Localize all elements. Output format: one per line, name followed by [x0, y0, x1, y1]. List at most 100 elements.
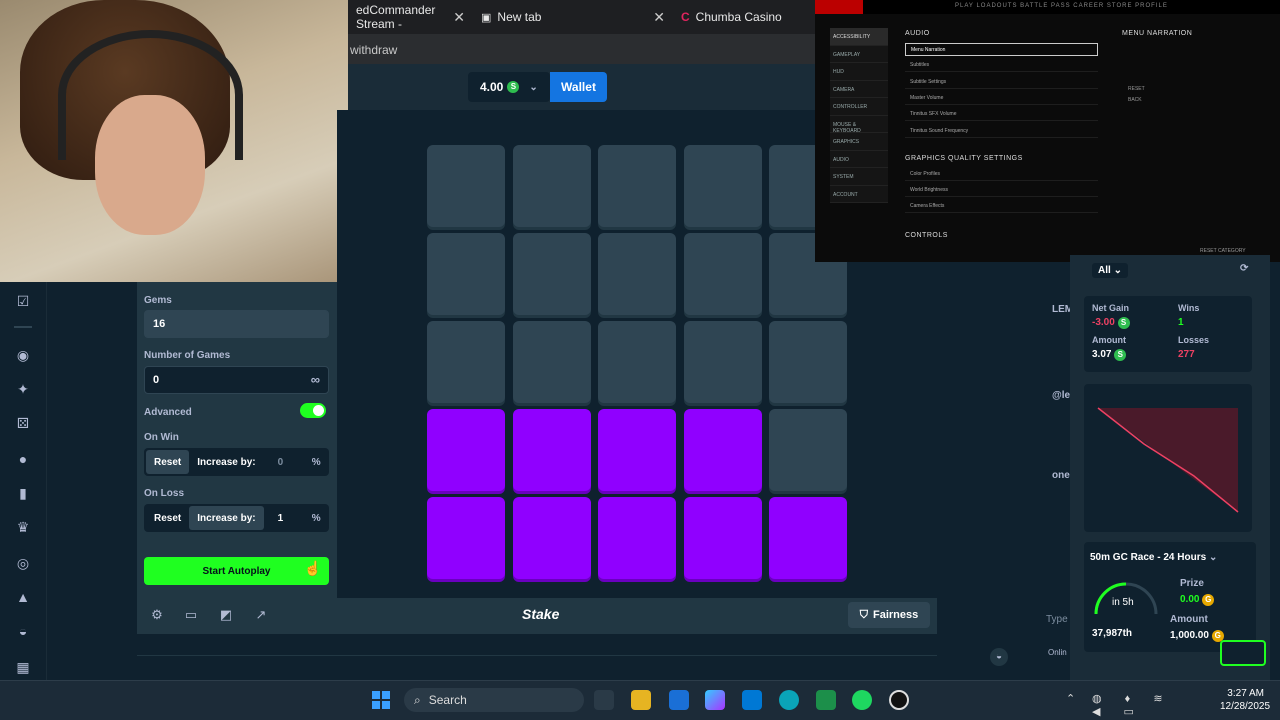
chat-input-placeholder[interactable]: Type: [1046, 614, 1068, 625]
terminal-icon[interactable]: [816, 690, 836, 710]
headset-icon[interactable]: ◒: [14, 622, 32, 640]
gem-tile[interactable]: [598, 497, 676, 579]
mine-tile[interactable]: [598, 233, 676, 315]
mine-tile[interactable]: [512, 321, 591, 403]
chat-send-button[interactable]: [1220, 640, 1266, 666]
mine-tile[interactable]: [683, 145, 762, 227]
gem-tile[interactable]: [769, 497, 847, 579]
gem-tile[interactable]: [598, 409, 676, 491]
crown-icon[interactable]: ♛: [14, 518, 32, 536]
overlay-menu-item[interactable]: ACCOUNT: [830, 185, 888, 203]
file-explorer-icon[interactable]: [631, 690, 651, 710]
wallet-button[interactable]: Wallet: [550, 72, 607, 102]
overlay-menu-item[interactable]: GRAPHICS: [830, 133, 888, 151]
on-loss-increase-button[interactable]: Increase by:: [189, 506, 264, 530]
spotify-icon[interactable]: [852, 690, 872, 710]
mine-tile[interactable]: [769, 409, 847, 491]
store-icon[interactable]: [669, 690, 689, 710]
overlay-setting-row[interactable]: Menu Narration: [905, 43, 1098, 56]
taskbar-clock[interactable]: 3:27 AM 12/28/2025: [1220, 687, 1270, 713]
obs-icon[interactable]: [889, 690, 909, 710]
checklist-icon[interactable]: ☑: [14, 292, 32, 310]
coin-stack-icon[interactable]: ◉: [14, 346, 32, 364]
overlay-setting-row[interactable]: World Brightness: [905, 184, 1098, 197]
mine-tile[interactable]: [683, 321, 762, 403]
mine-tile[interactable]: [427, 145, 505, 227]
chevron-up-icon[interactable]: ⌃: [1066, 692, 1075, 705]
on-win-reset-button[interactable]: Reset: [146, 450, 190, 474]
on-win-increase-button[interactable]: Increase by:: [189, 450, 263, 474]
mine-tile[interactable]: [427, 233, 505, 315]
on-loss-reset-button[interactable]: Reset: [146, 506, 189, 530]
close-icon[interactable]: ✕: [653, 9, 665, 26]
overlay-menu-item[interactable]: CAMERA: [830, 80, 888, 98]
tab-stream[interactable]: edCommander Stream - ✕: [348, 0, 473, 34]
overlay-setting-row[interactable]: Color Profiles: [905, 168, 1098, 181]
stats-chart-icon[interactable]: ◩: [218, 607, 234, 623]
flask-icon[interactable]: ▲: [14, 588, 32, 606]
taskbar-search[interactable]: ⌕ Search: [404, 688, 584, 712]
overlay-menu-item[interactable]: AUDIO: [830, 150, 888, 168]
theatre-mode-icon[interactable]: ▭: [183, 607, 199, 623]
overlay-menu-item[interactable]: GAMEPLAY: [830, 45, 888, 63]
mine-tile[interactable]: [598, 145, 676, 227]
stats-filter-select[interactable]: All ⌄: [1092, 263, 1128, 278]
grid-icon[interactable]: ▦: [14, 658, 32, 676]
on-win-input[interactable]: 0 %: [271, 450, 327, 474]
task-view-icon[interactable]: [594, 690, 614, 710]
gem-tile[interactable]: [512, 497, 591, 579]
number-of-games-input[interactable]: 0 ∞: [144, 366, 329, 394]
bag-icon[interactable]: ▮: [14, 484, 32, 502]
windows-start-icon[interactable]: [371, 690, 391, 710]
advanced-toggle[interactable]: [300, 403, 326, 418]
mine-tile[interactable]: [598, 321, 676, 403]
edge-icon[interactable]: [779, 690, 799, 710]
target-icon[interactable]: ◎: [14, 554, 32, 572]
sparkle-icon[interactable]: ✦: [14, 380, 32, 398]
on-win-label: On Win: [144, 432, 179, 443]
on-loss-input[interactable]: 1 %: [272, 506, 327, 530]
gem-tile[interactable]: [512, 409, 591, 491]
reset-category-button[interactable]: RESET CATEGORY: [1200, 248, 1246, 254]
overlay-back-button[interactable]: BACK: [1128, 97, 1142, 103]
outlook-icon[interactable]: [742, 690, 762, 710]
gem-tile[interactable]: [427, 497, 505, 579]
overlay-setting-row[interactable]: Tinnitus Sound Frequency: [905, 125, 1098, 138]
mine-tile[interactable]: [512, 233, 591, 315]
overlay-setting-row[interactable]: Tinnitus SFX Volume: [905, 108, 1098, 122]
gems-select[interactable]: 16: [144, 310, 329, 338]
gem-tile[interactable]: [683, 409, 762, 491]
start-autoplay-button[interactable]: Start Autoplay: [144, 557, 329, 585]
overlay-menu-item[interactable]: HUD: [830, 63, 888, 81]
fairness-button[interactable]: ⛉ Fairness: [848, 602, 930, 628]
gem-tile[interactable]: [683, 497, 762, 579]
close-icon[interactable]: ✕: [453, 9, 465, 26]
overlay-setting-row[interactable]: Camera Effects: [905, 200, 1098, 213]
overlay-setting-row[interactable]: Master Volume: [905, 92, 1098, 105]
mine-tile[interactable]: [769, 321, 847, 403]
dice-icon[interactable]: ⚄: [14, 414, 32, 432]
fire-icon[interactable]: ●: [14, 450, 32, 468]
overlay-menu-item[interactable]: ACCESSIBILITY: [830, 28, 888, 46]
copilot-icon[interactable]: [705, 690, 725, 710]
overlay-setting-row[interactable]: Subtitles: [905, 59, 1098, 73]
race-title[interactable]: 50m GC Race - 24 Hours ⌄: [1090, 552, 1217, 563]
refresh-icon[interactable]: ⟳: [1240, 263, 1248, 274]
tab-chumba[interactable]: C Chumba Casino: [673, 0, 813, 34]
overlay-menu-item[interactable]: MOUSE & KEYBOARD: [830, 115, 888, 134]
system-tray-icons[interactable]: ◍ ♦ ≋ ◀ ▭: [1092, 692, 1192, 718]
overlay-menu-item[interactable]: CONTROLLER: [830, 98, 888, 116]
mine-tile[interactable]: [512, 145, 591, 227]
address-bar[interactable]: withdraw: [348, 34, 815, 64]
popout-icon[interactable]: ↗: [253, 607, 269, 623]
gem-tile[interactable]: [427, 409, 505, 491]
balance-selector[interactable]: 4.00 S ⌄: [468, 72, 550, 102]
mine-tile[interactable]: [427, 321, 505, 403]
settings-gear-icon[interactable]: ⚙: [149, 607, 165, 623]
tab-new-tab[interactable]: ▣ New tab ✕: [473, 0, 673, 34]
mine-tile[interactable]: [683, 233, 762, 315]
overlay-menu-item[interactable]: SYSTEM: [830, 168, 888, 186]
overlay-reset-button[interactable]: RESET: [1128, 86, 1145, 92]
support-headset-icon[interactable]: ◒: [990, 648, 1008, 666]
overlay-setting-row[interactable]: Subtitle Settings: [905, 76, 1098, 89]
